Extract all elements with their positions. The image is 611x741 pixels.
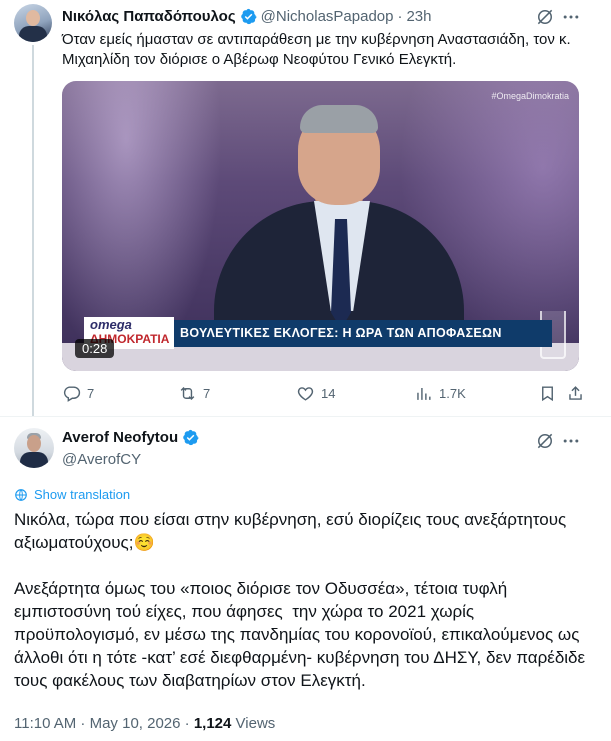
reply-button[interactable]: 7	[62, 384, 94, 403]
parent-author-avatar[interactable]	[14, 4, 52, 42]
verified-badge-icon	[183, 429, 199, 446]
more-icon[interactable]	[561, 7, 581, 27]
reply-icon	[63, 386, 81, 402]
views-count: 1.7K	[439, 386, 466, 401]
header-separator: ·	[397, 8, 403, 25]
channel-logo-top: omega	[90, 317, 132, 332]
grok-icon[interactable]	[535, 7, 555, 27]
share-icon	[569, 386, 582, 400]
bookmark-button[interactable]	[538, 384, 557, 403]
reply-count: 7	[87, 386, 95, 401]
share-button[interactable]	[566, 384, 585, 403]
translate-icon	[15, 488, 27, 501]
parent-tweet-actions: 7 7 14 1.7K	[62, 384, 582, 404]
show-translation-label[interactable]: Show translation	[34, 487, 130, 502]
repost-button[interactable]: 7	[178, 384, 210, 403]
main-tweet-paragraph-2: Ανεξάρτητα όμως του «ποιος διόρισε τον Ο…	[14, 579, 590, 690]
grok-icon[interactable]	[535, 431, 555, 451]
video-player[interactable]: #OmegaDimokratia omega ΔΗΜΟΚΡΑΤΙΑ ΒΟΥΛΕΥ…	[62, 81, 579, 371]
repost-icon	[180, 386, 195, 401]
main-author-avatar[interactable]	[14, 428, 54, 468]
parent-tweet-header: Νικόλας Παπαδόπουλος @NicholasPapadop · …	[62, 8, 432, 25]
like-button[interactable]: 14	[296, 384, 335, 403]
tweet-divider	[0, 416, 611, 417]
parent-author-handle[interactable]: @NicholasPapadop	[261, 8, 394, 25]
parent-tweet-time[interactable]: 23h	[406, 8, 431, 25]
video-hashtag: #OmegaDimokratia	[491, 91, 569, 101]
tweet-view-count: 1,124	[193, 715, 232, 732]
main-author-name[interactable]: Averof Neofytou	[62, 429, 178, 446]
main-tweet-name-row: Averof Neofytou	[62, 429, 203, 446]
tweet-meta: 11:10 AM · May 10, 2026 · 1,124 Views	[14, 715, 275, 732]
news-banner: ΒΟΥΛΕΥΤΙΚΕΣ ΕΚΛΟΓΕΣ: Η ΩΡΑ ΤΩΝ ΑΠΟΦΑΣΕΩΝ	[174, 320, 552, 347]
repost-count: 7	[203, 386, 211, 401]
bookmark-icon	[542, 386, 553, 402]
show-translation-link[interactable]: Show translation	[14, 487, 130, 502]
tweet-views-label: Views	[231, 715, 276, 732]
like-icon	[297, 387, 314, 401]
thread-connector-line	[32, 45, 34, 417]
news-banner-text: ΒΟΥΛΕΥΤΙΚΕΣ ΕΚΛΟΓΕΣ: Η ΩΡΑ ΤΩΝ ΑΠΟΦΑΣΕΩΝ	[180, 326, 502, 340]
main-author-handle[interactable]: @AverofCY	[62, 451, 141, 468]
more-icon[interactable]	[561, 431, 581, 451]
video-duration: 0:28	[75, 339, 115, 358]
views-icon	[417, 387, 431, 400]
like-count: 14	[321, 386, 336, 401]
main-tweet-text: Νικόλα, τώρα που είσαι στην κυβέρνηση, ε…	[14, 508, 594, 692]
parent-tweet-text: Όταν εμείς ήμασταν σε αντιπαράθεση με τη…	[62, 31, 571, 68]
verified-badge-icon	[240, 8, 257, 25]
tweet-timestamp[interactable]: 11:10 AM · May 10, 2026 ·	[14, 715, 194, 732]
main-tweet-paragraph-1: Νικόλα, τώρα που είσαι στην κυβέρνηση, ε…	[14, 510, 571, 552]
parent-author-name[interactable]: Νικόλας Παπαδόπουλος	[62, 8, 236, 25]
views-button[interactable]: 1.7K	[414, 384, 466, 403]
